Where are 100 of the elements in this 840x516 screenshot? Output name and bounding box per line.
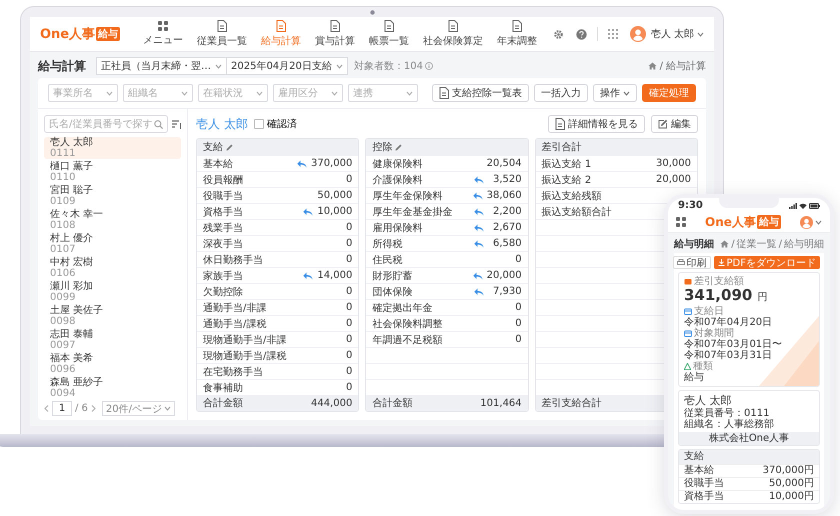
amount-value: 7,930 [492, 286, 522, 297]
table-header: 控除 [366, 139, 528, 155]
nav-tab[interactable]: 年末調整 [492, 18, 542, 50]
employee-item[interactable]: 土屋 美佐子 0098 [44, 305, 181, 327]
amount-value: 0 [344, 366, 352, 377]
amount-value: 0 [514, 302, 522, 313]
report-button[interactable]: 支給控除一覧表 [432, 84, 529, 102]
item-label: 健康保険料 [372, 158, 424, 170]
employee-item[interactable]: 瀬川 彩加 0099 [44, 281, 181, 303]
undo-icon[interactable] [296, 160, 307, 168]
field-label: 差引支給額 [694, 276, 744, 287]
undo-icon[interactable] [472, 272, 483, 280]
tag-icon [684, 363, 691, 370]
undo-icon[interactable] [474, 224, 484, 232]
nav-tab[interactable]: 従業員一覧 [192, 18, 252, 50]
item-label: 役職手当 [684, 478, 724, 490]
employee-item[interactable]: 壱人 太郎 0111 [44, 137, 181, 159]
select-field[interactable]: 正社員（当月末締・翌… [96, 57, 227, 75]
print-button[interactable]: 印刷 [672, 256, 711, 269]
edit-icon [658, 119, 668, 129]
item-label: 雇用保険料 [372, 222, 424, 234]
undo-icon[interactable] [472, 192, 483, 200]
help-icon[interactable] [576, 28, 587, 40]
user-name[interactable]: 壱人 太郎 [650, 27, 694, 41]
amount-value: 14,000 [317, 270, 352, 281]
employee-item[interactable]: 志田 泰輔 0097 [44, 329, 181, 351]
table-header: 支給 [197, 139, 358, 155]
amount-value: 0 [344, 286, 352, 297]
nav-tab[interactable]: 社会保険算定 [418, 18, 488, 50]
caret-icon [331, 90, 338, 96]
amount-value: 10,000円 [769, 491, 814, 503]
amount-value: 0 [344, 350, 352, 361]
employee-name: 壱人 太郎 [196, 116, 248, 132]
net-amount: 341,090 円 [684, 287, 769, 306]
avatar-icon[interactable] [630, 26, 646, 42]
employee-item[interactable]: 森島 亜紗子 0094 [44, 377, 181, 399]
nav-tab[interactable]: 帳票一覧 [364, 18, 414, 50]
nav-tab[interactable]: メニュー [138, 19, 188, 49]
item-label: 通勤手当/非課 [203, 302, 268, 314]
page-count: / 6 [75, 403, 88, 414]
undo-icon[interactable] [303, 208, 314, 216]
sort-icon[interactable] [172, 120, 181, 128]
caret-icon [336, 64, 343, 68]
document-icon [384, 20, 394, 32]
undo-icon[interactable] [474, 208, 484, 216]
nav-tab[interactable]: 賞与計算 [310, 18, 360, 50]
operation-menu-button[interactable]: 操作 [593, 84, 637, 102]
wallet-icon [684, 278, 692, 285]
amount-value: 50,000円 [769, 478, 814, 490]
calendar-icon [684, 308, 692, 315]
document-icon [439, 87, 449, 99]
detail-button[interactable]: 詳細情報を見る [548, 115, 645, 133]
avatar-icon[interactable] [800, 216, 813, 228]
employee-item[interactable]: 樋口 薫子 0110 [44, 161, 181, 183]
amount-value: 3,520 [492, 174, 522, 185]
apps-icon[interactable] [608, 29, 618, 39]
search-icon [154, 120, 163, 128]
breadcrumb-item[interactable]: 従業一覧 [736, 237, 777, 251]
breadcrumb-item[interactable]: 給与計算 [666, 59, 706, 73]
amount-value: 50,000 [317, 190, 352, 201]
field-value: 令和07年03月31日 [684, 350, 774, 361]
select-field[interactable]: 2025年04月20日支給 [226, 57, 348, 75]
amount-value: 0 [344, 238, 352, 249]
pencil-icon[interactable] [226, 144, 233, 150]
employee-item[interactable]: 福本 美希 0096 [44, 353, 181, 375]
prev-icon[interactable] [44, 405, 49, 412]
item-label: 休日勤務手当 [203, 254, 264, 266]
battery-icon [809, 202, 820, 208]
employee-item[interactable]: 中村 宏樹 0106 [44, 257, 181, 279]
target-count: 対象者数：104 [354, 60, 423, 73]
employee-item[interactable]: 村上 優介 0107 [44, 233, 181, 255]
bulk-input-button[interactable]: 一括入力 [534, 84, 588, 102]
undo-icon[interactable] [474, 240, 484, 248]
total-row: 合計金額 101,464 [366, 395, 528, 411]
company-name: 株式会社One人事 [679, 432, 819, 445]
pencil-icon[interactable] [395, 144, 402, 150]
amount-value: 38,060 [486, 190, 522, 201]
amount-value: 0 [514, 334, 522, 345]
amount-value: 20,000 [656, 174, 691, 185]
edit-button[interactable]: 編集 [651, 115, 698, 133]
page-size-select[interactable]: 20件/ページ [102, 401, 176, 416]
breadcrumb-item[interactable]: 給与明細 [784, 237, 824, 251]
employee-item[interactable]: 宮田 聡子 0109 [44, 185, 181, 207]
amount-value: 2,200 [492, 206, 522, 217]
menu-icon[interactable] [676, 217, 686, 227]
caret-icon [106, 90, 113, 96]
employee-item[interactable]: 佐々木 幸一 0108 [44, 209, 181, 231]
undo-icon[interactable] [474, 176, 484, 184]
settings-icon[interactable] [552, 28, 564, 40]
amount-value: 20,000 [486, 270, 522, 281]
confirmed-checkbox[interactable]: 確認済 [254, 117, 297, 131]
caret-icon [697, 32, 704, 36]
item-label: 役職手当 [203, 190, 244, 202]
amount-value: 20,504 [486, 158, 522, 169]
undo-icon[interactable] [474, 288, 484, 296]
undo-icon[interactable] [303, 272, 314, 280]
next-icon[interactable] [90, 405, 96, 412]
page-input[interactable]: 1 [52, 401, 72, 416]
caret-icon [406, 90, 413, 96]
table-header: 差引合計 [536, 139, 697, 155]
